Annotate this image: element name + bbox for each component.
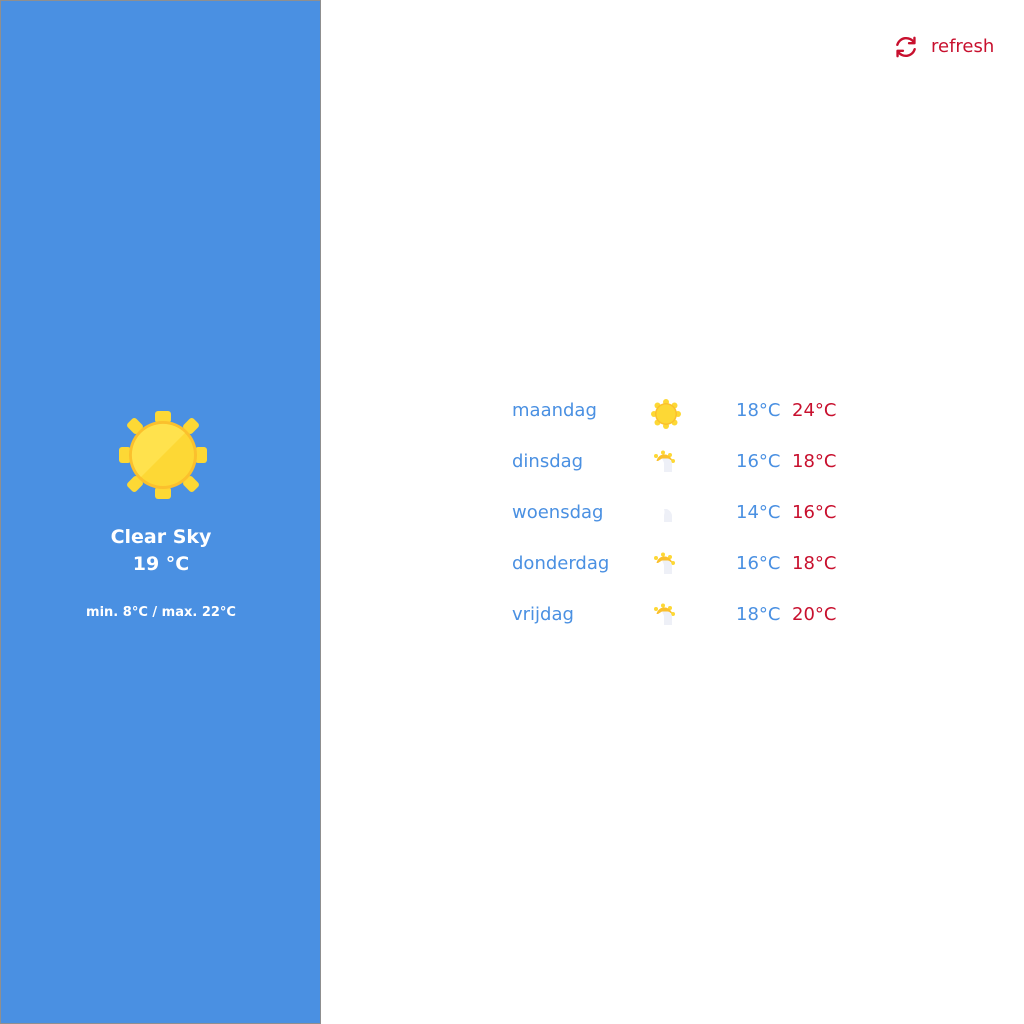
partly-cloudy-icon [654,603,675,625]
forecast-day: donderdag [512,553,610,574]
forecast-min-temp: 14°C [736,502,781,523]
forecast-min-temp: 18°C [736,400,781,421]
cloud-icon [664,509,672,522]
current-weather-panel: Clear Sky 19 °C min. 8°C / max. 22°C [0,0,321,1024]
forecast-max-temp: 16°C [792,502,837,523]
sun-icon [119,411,207,499]
current-min-max: min. 8°C / max. 22°C [86,605,236,620]
forecast-row: vrijdag 18°C 20°C [512,600,852,651]
forecast-max-temp: 18°C [792,553,837,574]
current-description: Clear Sky [110,526,212,548]
refresh-button[interactable]: refresh [893,32,994,62]
forecast-max-temp: 20°C [792,604,837,625]
partly-cloudy-icon [654,450,675,472]
forecast-list: maandag 18°C 24°C dinsdag 16°C 18°C woen… [512,396,852,651]
partly-cloudy-icon [654,552,675,574]
current-temperature: 19 °C [132,553,190,575]
sun-icon [651,399,681,429]
forecast-row: woensdag 14°C 16°C [512,498,852,549]
forecast-row: maandag 18°C 24°C [512,396,852,447]
weather-app: Clear Sky 19 °C min. 8°C / max. 22°C ref… [0,0,1024,1024]
forecast-day: woensdag [512,502,604,523]
forecast-day: dinsdag [512,451,584,472]
forecast-max-temp: 18°C [792,451,837,472]
refresh-label: refresh [931,36,995,57]
forecast-min-temp: 16°C [736,451,781,472]
forecast-day: maandag [512,400,597,421]
forecast-row: donderdag 16°C 18°C [512,549,852,600]
forecast-min-temp: 16°C [736,553,781,574]
refresh-icon [896,36,916,58]
forecast-max-temp: 24°C [792,400,837,421]
forecast-row: dinsdag 16°C 18°C [512,447,852,498]
forecast-min-temp: 18°C [736,604,781,625]
forecast-day: vrijdag [512,604,574,625]
